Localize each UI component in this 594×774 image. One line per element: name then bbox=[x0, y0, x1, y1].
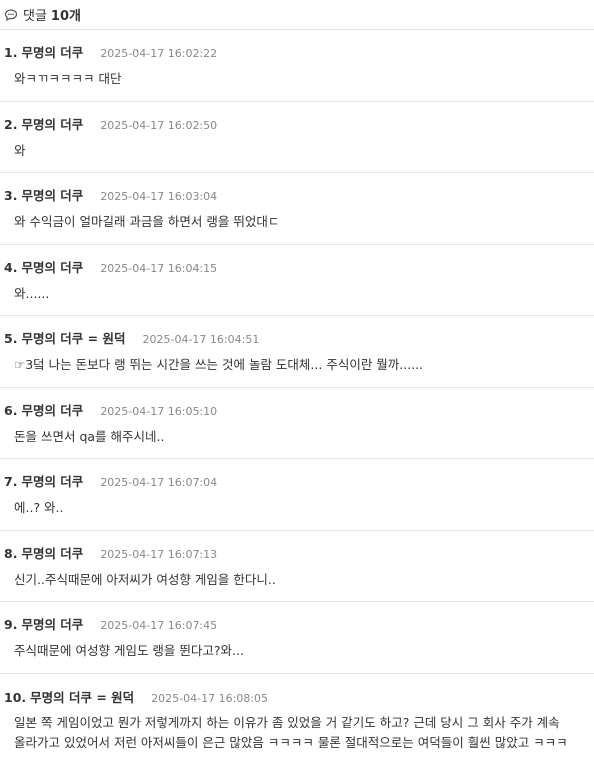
comment-author[interactable]: 무명의 더쿠 bbox=[21, 257, 83, 276]
comment-item: 2. 무명의 더쿠 2025-04-17 16:02:50 와 bbox=[0, 102, 594, 173]
speech-bubble-icon bbox=[4, 8, 18, 22]
comments-count: 10개 bbox=[50, 9, 81, 24]
comments-label: 댓글 bbox=[23, 9, 47, 24]
comment-item: 7. 무명의 더쿠 2025-04-17 16:07:04 에..? 와.. bbox=[0, 459, 594, 531]
comment-author[interactable]: 무명의 더쿠 = 원덕 bbox=[30, 687, 134, 706]
comment-number: 3. bbox=[4, 188, 18, 203]
comment-body: 와...... bbox=[14, 285, 50, 301]
comment-timestamp: 2025-04-17 16:07:13 bbox=[100, 547, 218, 561]
comment-body: 에..? 와.. bbox=[14, 500, 64, 515]
comment-body: 주식때문에 여성향 게임도 랭을 뛴다고?와... bbox=[14, 643, 244, 658]
comment-timestamp: 2025-04-17 16:07:45 bbox=[100, 619, 218, 632]
comment-author[interactable]: 무명의 더쿠 = 원덕 bbox=[21, 328, 125, 347]
comment-author[interactable]: 무명의 더쿠 bbox=[21, 400, 83, 419]
comment-number: 2. bbox=[4, 116, 18, 132]
comment-timestamp: 2025-04-17 16:08:05 bbox=[151, 691, 269, 705]
comment-item: 4. 무명의 더쿠 2025-04-17 16:04:15 와...... bbox=[0, 245, 594, 316]
comment-timestamp: 2025-04-17 16:03:04 bbox=[100, 190, 218, 203]
comment-body: 일본 쪽 게임이었고 뭔가 저렇게까지 하는 이유가 좀 있었을 거 같기도 하… bbox=[14, 714, 568, 750]
comment-number: 9. bbox=[4, 617, 18, 632]
comment-list: 1. 무명의 더쿠 2025-04-17 16:02:22 와ㅋㄲㅋㅋㅋㅋ 대단… bbox=[0, 30, 594, 753]
comment-body: ☞3덬 나는 돈보다 랭 뛰는 시간을 쓰는 것에 놀람 도대체... 주식이란… bbox=[14, 357, 424, 372]
comment-number: 8. bbox=[4, 545, 18, 561]
comment-body: 신기..주식때문에 아저씨가 여성향 게임을 한다니.. bbox=[14, 571, 276, 587]
comment-number: 1. bbox=[4, 45, 18, 60]
comment-author[interactable]: 무명의 더쿠 bbox=[21, 42, 83, 61]
comment-number: 10. bbox=[4, 689, 27, 705]
comment-author[interactable]: 무명의 더쿠 bbox=[21, 543, 83, 562]
comment-timestamp: 2025-04-17 16:02:22 bbox=[100, 47, 218, 60]
comment-author[interactable]: 무명의 더쿠 bbox=[21, 114, 83, 133]
comment-item: 9. 무명의 더쿠 2025-04-17 16:07:45 주식때문에 여성향 … bbox=[0, 602, 594, 674]
comment-item: 6. 무명의 더쿠 2025-04-17 16:05:10 돈을 쓰면서 qa를… bbox=[0, 388, 594, 459]
comment-timestamp: 2025-04-17 16:07:04 bbox=[100, 476, 218, 489]
comment-author[interactable]: 무명의 더쿠 bbox=[21, 471, 83, 490]
comments-header: 댓글 10개 bbox=[0, 0, 594, 30]
comment-number: 7. bbox=[4, 474, 18, 489]
comment-number: 4. bbox=[4, 259, 18, 275]
comment-body: 돈을 쓰면서 qa를 해주시네.. bbox=[14, 428, 165, 444]
comment-item: 8. 무명의 더쿠 2025-04-17 16:07:13 신기..주식때문에 … bbox=[0, 531, 594, 602]
comment-item: 5. 무명의 더쿠 = 원덕 2025-04-17 16:04:51 ☞3덬 나… bbox=[0, 316, 594, 388]
comment-timestamp: 2025-04-17 16:05:10 bbox=[100, 404, 218, 418]
comment-author[interactable]: 무명의 더쿠 bbox=[21, 185, 83, 204]
comment-body: 와 수익금이 얼마길래 과금을 하면서 랭을 뛰었대ㄷ bbox=[14, 214, 280, 229]
comment-timestamp: 2025-04-17 16:02:50 bbox=[100, 118, 218, 132]
comment-body: 와ㅋㄲㅋㅋㅋㅋ 대단 bbox=[14, 71, 122, 86]
comment-number: 5. bbox=[4, 331, 18, 346]
comment-author[interactable]: 무명의 더쿠 bbox=[21, 614, 83, 633]
comment-item: 1. 무명의 더쿠 2025-04-17 16:02:22 와ㅋㄲㅋㅋㅋㅋ 대단 bbox=[0, 30, 594, 102]
comment-number: 6. bbox=[4, 402, 18, 418]
comment-timestamp: 2025-04-17 16:04:51 bbox=[142, 333, 260, 346]
comment-timestamp: 2025-04-17 16:04:15 bbox=[100, 261, 218, 275]
comment-body: 와 bbox=[14, 142, 26, 158]
comment-item: 3. 무명의 더쿠 2025-04-17 16:03:04 와 수익금이 얼마길… bbox=[0, 173, 594, 245]
comment-item: 10. 무명의 더쿠 = 원덕 2025-04-17 16:08:05 일본 쪽… bbox=[0, 674, 594, 753]
